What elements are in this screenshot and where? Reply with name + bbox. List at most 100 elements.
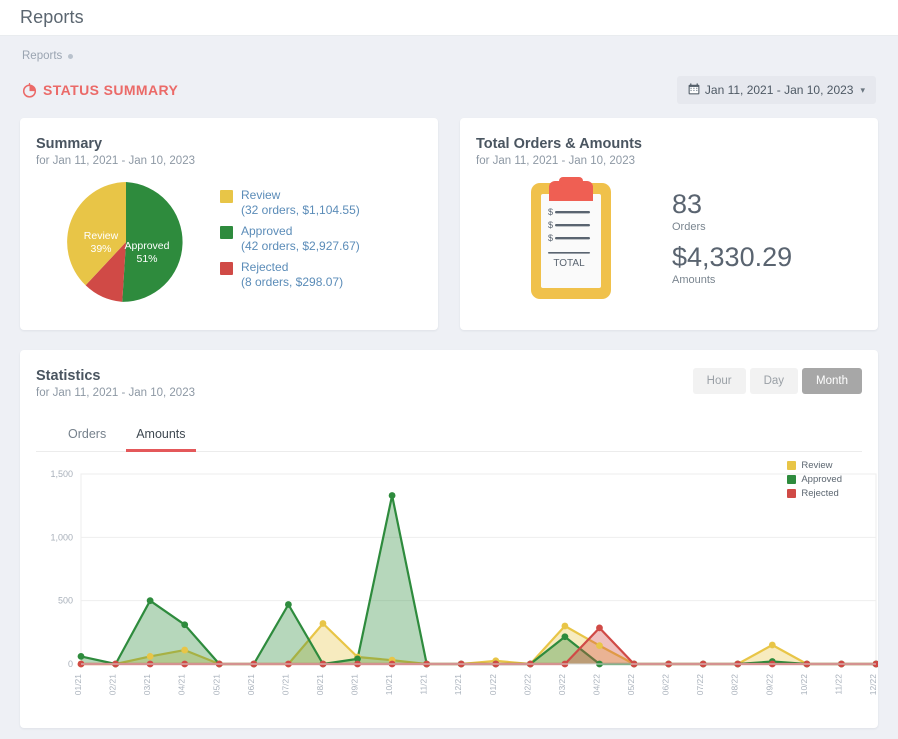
point-review-08/21 xyxy=(320,620,327,627)
tab-orders[interactable]: Orders xyxy=(58,421,116,452)
x-axis-tick-04/21: 04/21 xyxy=(177,674,187,696)
page-title: Reports xyxy=(20,7,84,28)
granularity-button-month[interactable]: Month xyxy=(802,368,862,394)
x-axis-tick-02/22: 02/22 xyxy=(522,674,532,696)
granularity-button-day[interactable]: Day xyxy=(750,368,798,394)
legend-rejected-meta: (8 orders, $298.07) xyxy=(241,275,343,290)
legend-swatch-approved-icon xyxy=(220,226,233,239)
legend-item-approved[interactable]: Approved (42 orders, $2,927.67) xyxy=(220,224,360,254)
legend-approved-meta: (42 orders, $2,927.67) xyxy=(241,239,360,254)
point-approved-03/21 xyxy=(147,597,154,604)
svg-text:$: $ xyxy=(548,220,553,230)
tab-amounts[interactable]: Amounts xyxy=(126,421,195,452)
totals-card-title: Total Orders & Amounts xyxy=(476,136,862,152)
x-axis-tick-03/22: 03/22 xyxy=(557,674,567,696)
x-axis-tick-11/21: 11/21 xyxy=(419,674,429,695)
y-axis-tick-2: 1,000 xyxy=(50,532,73,542)
pie-label-review-percent: 39% xyxy=(90,243,111,255)
amounts-value: $4,330.29 xyxy=(672,243,792,273)
x-axis-tick-11/22: 11/22 xyxy=(833,674,843,695)
summary-card-body: Review 39% Approved 51% Review (32 order… xyxy=(36,177,422,307)
totals-card-subtitle: for Jan 11, 2021 - Jan 10, 2023 xyxy=(476,155,862,167)
point-review-03/21 xyxy=(147,653,154,660)
legend-item-rejected[interactable]: Rejected (8 orders, $298.07) xyxy=(220,260,360,290)
chart-legend-approved-label: Approved xyxy=(801,474,842,485)
x-axis-tick-07/21: 07/21 xyxy=(280,674,290,696)
y-axis-tick-1: 500 xyxy=(58,596,73,606)
chart-legend-rejected-label: Rejected xyxy=(801,488,839,499)
amounts-label: Amounts xyxy=(672,274,792,286)
legend-item-review[interactable]: Review (32 orders, $1,104.55) xyxy=(220,188,360,218)
chart-legend-item-rejected[interactable]: Rejected xyxy=(787,488,842,499)
chart-legend-review-label: Review xyxy=(801,460,832,471)
x-axis-tick-04/22: 04/22 xyxy=(592,674,602,696)
statistics-header: Statistics for Jan 11, 2021 - Jan 10, 20… xyxy=(36,368,862,399)
breadcrumb-item-reports[interactable]: Reports xyxy=(22,50,62,62)
orders-label: Orders xyxy=(672,221,792,233)
statistics-title: Statistics xyxy=(36,368,195,384)
chart-legend-item-review[interactable]: Review xyxy=(787,460,842,471)
clipboard-total-icon: $ $ $ TOTAL xyxy=(476,173,666,303)
totals-values: 83 Orders $4,330.29 Amounts xyxy=(672,190,792,285)
x-axis-tick-03/21: 03/21 xyxy=(142,674,152,696)
page-header: Reports xyxy=(0,0,898,36)
pie-label-approved-name: Approved xyxy=(125,240,170,252)
status-summary-label: STATUS SUMMARY xyxy=(43,82,178,98)
point-review-04/22 xyxy=(596,642,603,649)
granularity-toggle-group: Hour Day Month xyxy=(693,368,862,394)
clipboard-total-label: TOTAL xyxy=(553,258,585,269)
statistics-subtitle: for Jan 11, 2021 - Jan 10, 2023 xyxy=(36,387,195,399)
x-axis-tick-08/22: 08/22 xyxy=(730,674,740,696)
date-range-picker[interactable]: Jan 11, 2021 - Jan 10, 2023 ▾ xyxy=(677,76,876,104)
pie-clock-icon xyxy=(22,83,37,98)
date-range-value: Jan 11, 2021 - Jan 10, 2023 xyxy=(705,83,854,97)
x-axis-tick-12/21: 12/21 xyxy=(453,674,463,696)
point-review-04/21 xyxy=(181,647,188,654)
point-approved-03/22 xyxy=(562,633,569,640)
x-axis-tick-10/21: 10/21 xyxy=(384,674,394,696)
x-axis-tick-02/21: 02/21 xyxy=(108,674,118,696)
status-summary-row: STATUS SUMMARY Jan 11, 2021 - Jan 10, 20… xyxy=(20,76,878,104)
x-axis-tick-05/21: 05/21 xyxy=(211,674,221,696)
point-approved-10/21 xyxy=(389,492,396,499)
chart-legend-swatch-approved-icon xyxy=(787,475,796,484)
statistics-chart-zone: Review Approved Rejected 05001,0001,5000… xyxy=(36,456,862,728)
y-axis-tick-0: 0 xyxy=(68,659,73,669)
x-axis-tick-09/22: 09/22 xyxy=(764,674,774,696)
svg-text:$: $ xyxy=(548,233,553,243)
summary-legend: Review (32 orders, $1,104.55) Approved (… xyxy=(220,188,360,296)
x-axis-tick-07/22: 07/22 xyxy=(695,674,705,696)
status-pie-chart: Review 39% Approved 51% xyxy=(36,177,216,307)
totals-card-body: $ $ $ TOTAL 83 Orders $4,330.29 Amounts xyxy=(476,173,862,303)
pie-label-approved-percent: 51% xyxy=(136,253,157,265)
summary-cards-row: Summary for Jan 11, 2021 - Jan 10, 2023 … xyxy=(20,118,878,330)
calendar-icon xyxy=(688,83,700,97)
x-axis-tick-06/21: 06/21 xyxy=(246,674,256,696)
statistics-tabs: Orders Amounts xyxy=(36,421,862,452)
amounts-area-chart: 05001,0001,50001/2102/2103/2104/2105/210… xyxy=(36,456,878,728)
point-approved-04/21 xyxy=(181,621,188,628)
x-axis-tick-09/21: 09/21 xyxy=(350,674,360,696)
status-summary-title: STATUS SUMMARY xyxy=(22,82,178,98)
point-review-09/22 xyxy=(769,642,776,649)
legend-review-meta: (32 orders, $1,104.55) xyxy=(241,203,360,218)
legend-rejected-name: Rejected xyxy=(241,260,343,275)
x-axis-tick-05/22: 05/22 xyxy=(626,674,636,696)
point-rejected-04/22 xyxy=(596,625,603,632)
legend-review-name: Review xyxy=(241,188,360,203)
summary-card-title: Summary xyxy=(36,136,422,152)
breadcrumb: Reports xyxy=(20,36,878,62)
x-axis-tick-01/22: 01/22 xyxy=(488,674,498,696)
summary-card: Summary for Jan 11, 2021 - Jan 10, 2023 … xyxy=(20,118,438,330)
totals-card: Total Orders & Amounts for Jan 11, 2021 … xyxy=(460,118,878,330)
chart-legend-item-approved[interactable]: Approved xyxy=(787,474,842,485)
point-approved-07/21 xyxy=(285,601,292,608)
granularity-button-hour[interactable]: Hour xyxy=(693,368,746,394)
summary-card-subtitle: for Jan 11, 2021 - Jan 10, 2023 xyxy=(36,155,422,167)
statistics-card: Statistics for Jan 11, 2021 - Jan 10, 20… xyxy=(20,350,878,728)
point-review-03/22 xyxy=(562,623,569,630)
x-axis-tick-06/22: 06/22 xyxy=(661,674,671,696)
breadcrumb-dot-icon xyxy=(68,54,73,59)
svg-text:$: $ xyxy=(548,207,553,217)
chevron-down-icon: ▾ xyxy=(860,85,865,96)
